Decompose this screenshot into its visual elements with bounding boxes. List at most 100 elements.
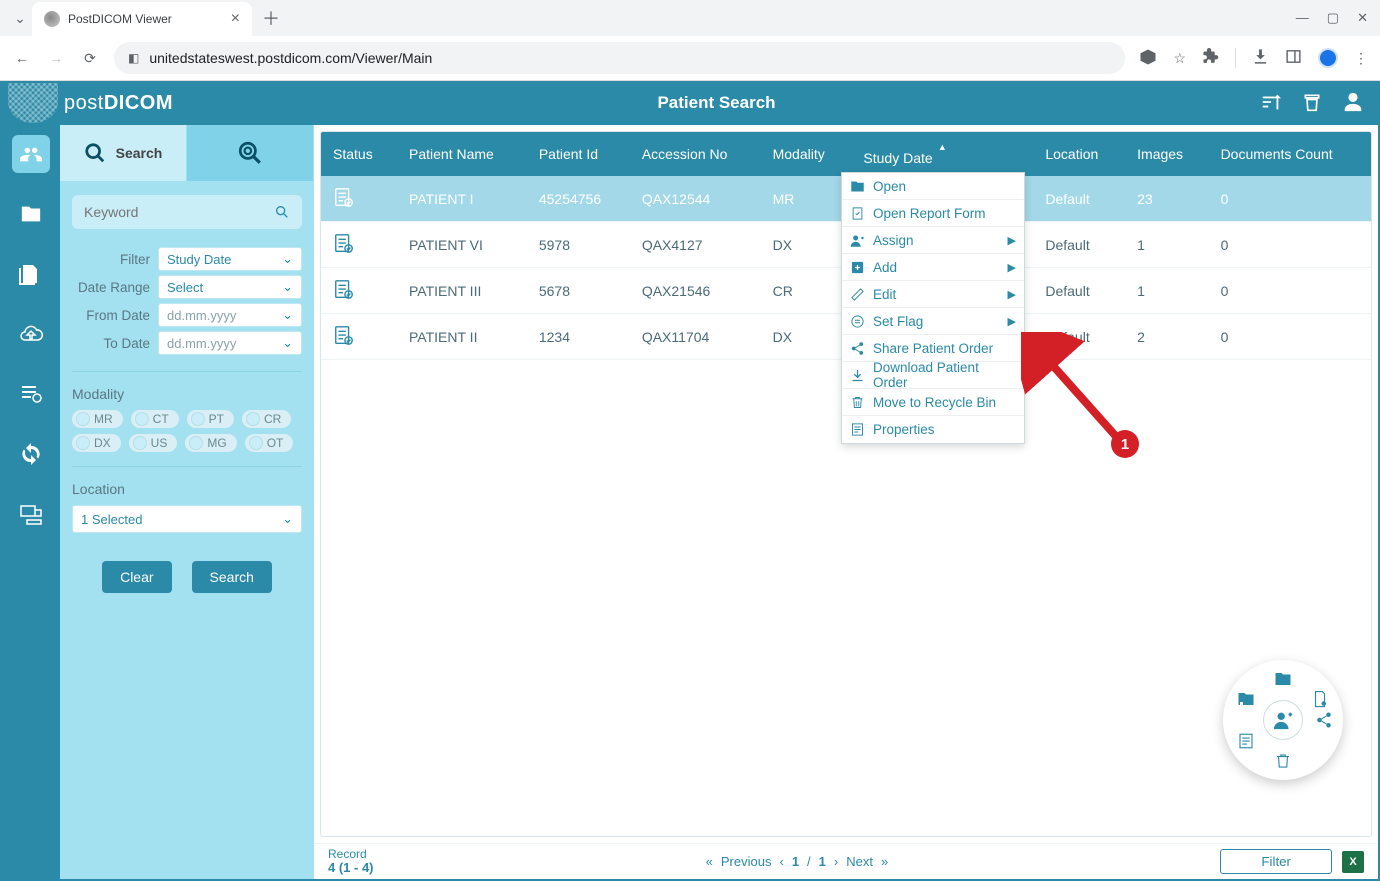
rail-screens-icon[interactable] <box>12 495 50 533</box>
chevron-down-icon: ⌄ <box>282 307 293 323</box>
rail-patients-icon[interactable] <box>12 135 50 173</box>
user-profile-icon[interactable] <box>1342 91 1364 116</box>
fab-delete-icon[interactable] <box>1270 748 1296 774</box>
rail-sync-icon[interactable] <box>12 435 50 473</box>
browser-menu-icon[interactable]: ⋮ <box>1354 50 1368 67</box>
address-bar[interactable]: ◧ unitedstateswest.postdicom.com/Viewer/… <box>114 42 1125 74</box>
tab-search[interactable]: Search <box>60 125 187 181</box>
filter-button[interactable]: Filter <box>1220 849 1332 874</box>
fab-report-icon[interactable] <box>1233 728 1259 754</box>
brand-main: DICOM <box>104 92 173 114</box>
first-page-icon[interactable]: « <box>706 854 713 869</box>
prev-page-button[interactable]: Previous <box>721 854 772 869</box>
modality-chips: MR CT PT CR DX US MG OT <box>72 410 302 452</box>
keyword-input[interactable] <box>84 204 274 220</box>
forward-icon[interactable]: → <box>46 50 66 66</box>
reload-icon[interactable]: ⟳ <box>80 50 100 67</box>
annotation-badge: 1 <box>1111 430 1139 458</box>
browser-chrome: ⌄ PostDICOM Viewer × ＋ ― ▢ ✕ ← → ⟳ ◧ uni… <box>0 0 1380 81</box>
col-patient-name[interactable]: Patient Name <box>397 132 527 176</box>
search-button[interactable]: Search <box>192 561 272 593</box>
tab-strip: ⌄ PostDICOM Viewer × ＋ <box>8 0 1296 36</box>
filter-label: Filter <box>72 252 158 267</box>
menu-item-set-flag[interactable]: Set Flag▶ <box>842 308 1024 335</box>
window-maximize-icon[interactable]: ▢ <box>1327 10 1339 26</box>
brand-text: postDICOM <box>64 92 173 115</box>
col-study-date[interactable]: ▲Study Date <box>851 132 1033 176</box>
modality-chip-mr[interactable]: MR <box>72 410 123 428</box>
pagination: « Previous ‹ 1 / 1 › Next » <box>374 854 1221 869</box>
last-page-icon[interactable]: » <box>881 854 888 869</box>
browser-tab[interactable]: PostDICOM Viewer × <box>32 2 252 36</box>
rail-upload-icon[interactable] <box>12 315 50 353</box>
filter-select[interactable]: Study Date⌄ <box>158 247 302 271</box>
translate-icon[interactable] <box>1139 48 1157 69</box>
keyword-field[interactable] <box>72 195 302 229</box>
downloads-icon[interactable] <box>1252 48 1269 68</box>
fab-add-folder-icon[interactable] <box>1233 686 1259 712</box>
menu-item-properties[interactable]: Properties <box>842 416 1024 443</box>
search-icon[interactable] <box>274 204 290 220</box>
tabs-dropdown-icon[interactable]: ⌄ <box>8 6 32 30</box>
menu-item-add[interactable]: Add▶ <box>842 254 1024 281</box>
profile-avatar-icon[interactable] <box>1318 48 1338 68</box>
next-page-icon[interactable]: › <box>834 854 838 869</box>
tab-favicon-icon <box>44 11 60 27</box>
menu-item-assign[interactable]: Assign▶ <box>842 227 1024 254</box>
bookmark-icon[interactable]: ☆ <box>1173 50 1186 67</box>
rail-folders-icon[interactable] <box>12 195 50 233</box>
fab-share-icon[interactable] <box>1311 707 1337 733</box>
fab-center-add-user-icon[interactable] <box>1263 700 1303 740</box>
footer-right: Filter X <box>1220 849 1364 874</box>
search-tabs: Search <box>60 125 314 181</box>
menu-item-share-patient-order[interactable]: Share Patient Order <box>842 335 1024 362</box>
new-tab-button[interactable]: ＋ <box>262 5 280 31</box>
location-select[interactable]: 1 Selected⌄ <box>72 505 302 533</box>
col-documents-count[interactable]: Documents Count <box>1209 132 1371 176</box>
sort-settings-icon[interactable] <box>1260 91 1282 116</box>
site-info-icon[interactable]: ◧ <box>128 51 139 65</box>
from-date-input[interactable]: dd.mm.yyyy⌄ <box>158 303 302 327</box>
prev-page-icon[interactable]: ‹ <box>779 854 783 869</box>
record-counter: Record 4 (1 - 4) <box>328 848 374 875</box>
modality-chip-cr[interactable]: CR <box>242 410 291 428</box>
col-location[interactable]: Location <box>1033 132 1125 176</box>
fab-wheel <box>1223 660 1343 780</box>
recycle-bin-icon[interactable] <box>1302 91 1322 116</box>
fab-folder-icon[interactable] <box>1270 666 1296 692</box>
menu-item-edit[interactable]: Edit▶ <box>842 281 1024 308</box>
tab-advanced-search[interactable] <box>187 125 314 181</box>
chevron-down-icon: ⌄ <box>282 335 293 351</box>
date-range-select[interactable]: Select⌄ <box>158 275 302 299</box>
col-patient-id[interactable]: Patient Id <box>527 132 630 176</box>
sidebar: Search Filter Study Date⌄ Date Range Sel… <box>60 125 314 879</box>
window-minimize-icon[interactable]: ― <box>1296 10 1309 26</box>
extensions-icon[interactable] <box>1202 48 1219 68</box>
export-excel-icon[interactable]: X <box>1342 851 1364 873</box>
side-panel-icon[interactable] <box>1285 48 1302 68</box>
app-header: postDICOM Patient Search <box>0 81 1380 125</box>
modality-chip-us[interactable]: US <box>129 434 178 452</box>
back-icon[interactable]: ← <box>12 50 32 66</box>
tab-close-icon[interactable]: × <box>231 11 240 27</box>
modality-chip-pt[interactable]: PT <box>187 410 234 428</box>
clear-button[interactable]: Clear <box>102 561 171 593</box>
to-date-input[interactable]: dd.mm.yyyy⌄ <box>158 331 302 355</box>
col-accession-no[interactable]: Accession No <box>630 132 761 176</box>
col-images[interactable]: Images <box>1125 132 1208 176</box>
modality-chip-mg[interactable]: MG <box>185 434 236 452</box>
menu-item-download-patient-order[interactable]: Download Patient Order <box>842 362 1024 389</box>
menu-item-open[interactable]: Open <box>842 173 1024 200</box>
window-close-icon[interactable]: ✕ <box>1357 10 1368 26</box>
menu-item-open-report-form[interactable]: Open Report Form <box>842 200 1024 227</box>
next-page-button[interactable]: Next <box>846 854 873 869</box>
rail-worklist-icon[interactable] <box>12 375 50 413</box>
menu-item-move-to-recycle-bin[interactable]: Move to Recycle Bin <box>842 389 1024 416</box>
rail-documents-icon[interactable] <box>12 255 50 293</box>
col-status[interactable]: Status <box>321 132 397 176</box>
modality-chip-ot[interactable]: OT <box>245 434 294 452</box>
col-modality[interactable]: Modality <box>761 132 852 176</box>
tab-title: PostDICOM Viewer <box>68 12 223 26</box>
modality-chip-ct[interactable]: CT <box>131 410 179 428</box>
modality-chip-dx[interactable]: DX <box>72 434 121 452</box>
